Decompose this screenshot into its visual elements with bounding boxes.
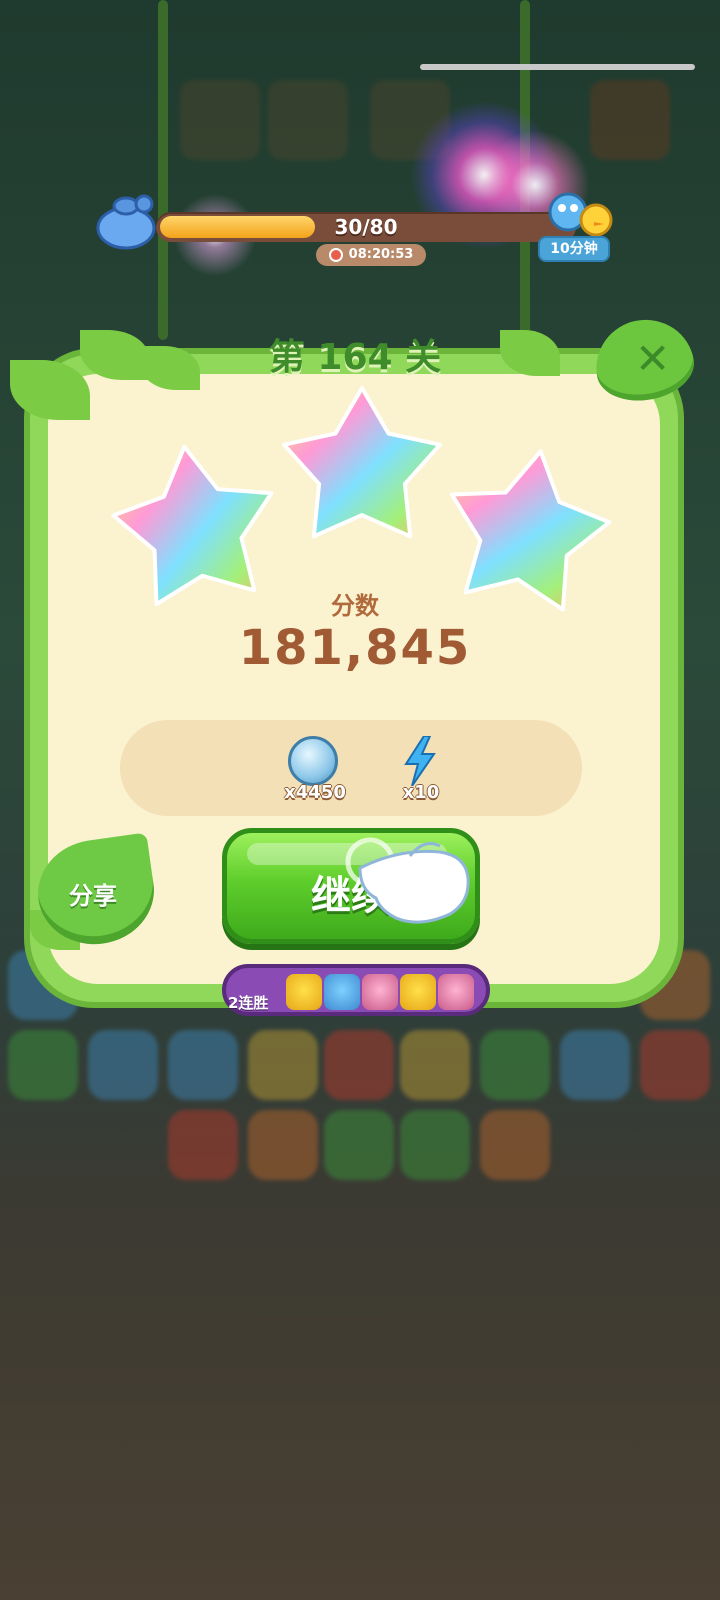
win-streak-label: 2连胜: [228, 994, 269, 1012]
background-tile: [590, 80, 670, 160]
lightning-icon: [404, 736, 436, 786]
reward-coins: x4450: [270, 736, 360, 816]
reward-energy: x10: [376, 736, 466, 816]
timer-text: 08:20:53: [348, 247, 414, 262]
rainbow-star-icon: [282, 386, 442, 539]
win-streak-bar: 2连胜: [222, 964, 490, 1016]
background-tile: [180, 80, 260, 160]
reward-count: x4450: [284, 782, 346, 803]
level-complete-panel: 第 164 关 ✕ 分数 181,845 x4450 x10 分享 继续 2连胜: [10, 312, 700, 1020]
progress-text: 30/80: [334, 215, 398, 239]
event-progress-header: 30/80 08:20:53 10分钟: [96, 192, 620, 266]
share-button[interactable]: 分享: [31, 832, 161, 952]
rainbow-star-icon: [111, 444, 274, 607]
share-label: 分享: [69, 882, 117, 910]
score-label: 分数: [331, 592, 379, 620]
tutorial-hand-icon: [345, 837, 470, 924]
rewards-box: x4450 x10: [120, 720, 582, 816]
chick-icon: [286, 974, 322, 1010]
countdown-timer: 08:20:53: [316, 244, 426, 266]
reward-time-badge: 10分钟: [538, 236, 610, 262]
vine-left: [158, 0, 168, 340]
leaf-coin-icon: [288, 736, 338, 786]
chick-icon: [400, 974, 436, 1010]
event-progress-bar: 30/80: [156, 212, 576, 242]
score-value: 181,845: [238, 620, 472, 676]
blue-bag-icon: [96, 194, 156, 250]
clock-icon: [328, 248, 343, 262]
system-gesture-bar[interactable]: [420, 64, 695, 70]
peacock-icon: [438, 974, 474, 1010]
blue-bird-icon: [324, 974, 360, 1010]
background-tile: [268, 80, 348, 160]
reward-count: x10: [402, 782, 440, 803]
peacock-icon: [362, 974, 398, 1010]
